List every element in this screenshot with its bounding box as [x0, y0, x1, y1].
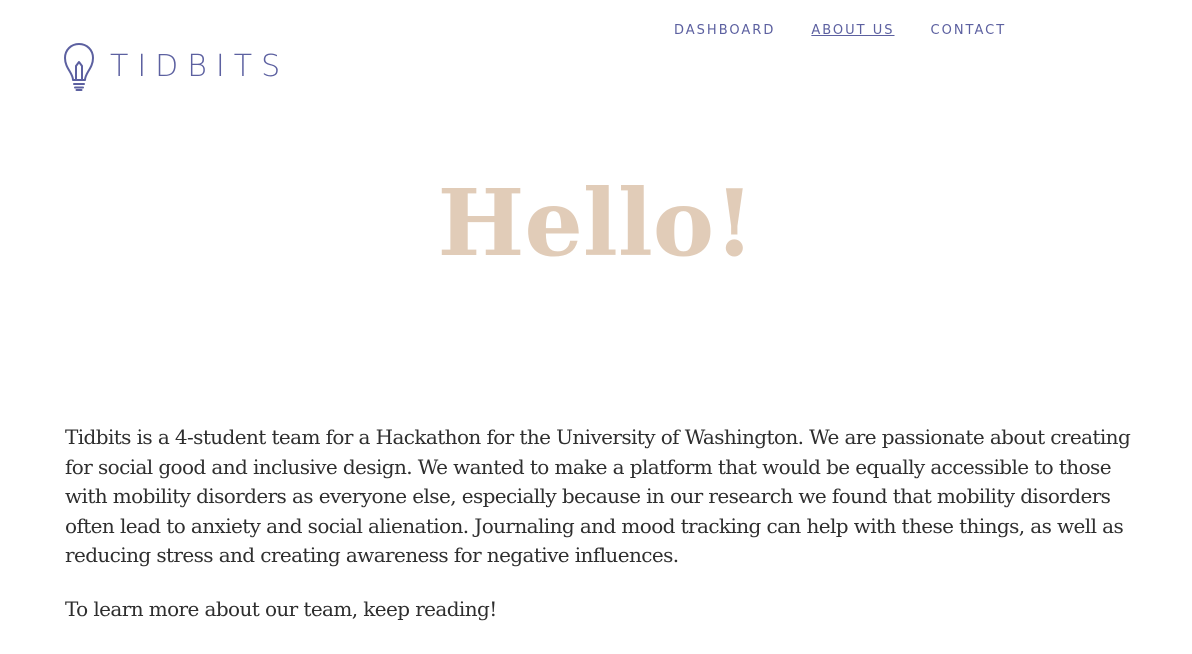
- nav-link-about-us[interactable]: ABOUT US: [811, 23, 894, 39]
- about-section: Tidbits is a 4-student team for a Hackat…: [65, 423, 1145, 624]
- about-cta-paragraph: To learn more about our team, keep readi…: [65, 596, 497, 621]
- about-paragraph: Tidbits is a 4-student team for a Hackat…: [65, 425, 1131, 567]
- lightbulb-icon: [62, 42, 96, 92]
- logo-link[interactable]: TIDBITS: [62, 42, 289, 92]
- brand-name: TIDBITS: [110, 49, 290, 84]
- nav-link-contact[interactable]: CONTACT: [931, 23, 1007, 39]
- hero-title: Hello!: [437, 169, 755, 277]
- main-nav: DASHBOARD ABOUT US CONTACT: [674, 23, 1006, 39]
- nav-link-dashboard[interactable]: DASHBOARD: [674, 23, 775, 39]
